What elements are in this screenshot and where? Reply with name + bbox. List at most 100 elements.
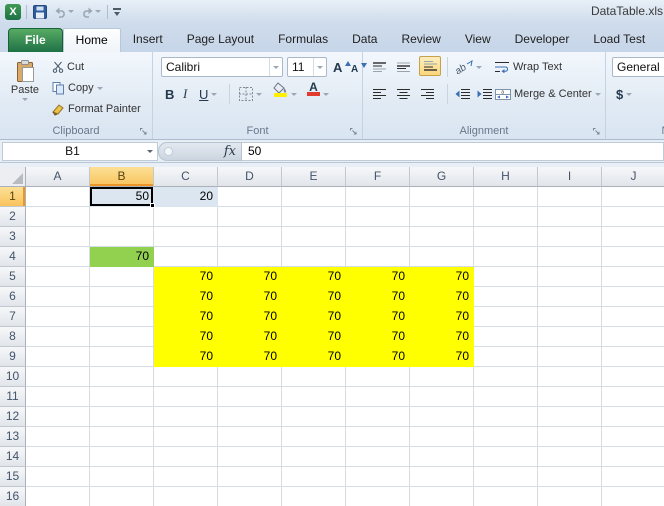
cell-I10[interactable] — [538, 367, 602, 387]
cell-C6[interactable]: 70 — [154, 287, 218, 307]
tab-review[interactable]: Review — [389, 28, 452, 52]
cell-B5[interactable] — [90, 267, 154, 287]
alignment-dialog-launcher[interactable] — [592, 127, 602, 137]
cell-J9[interactable] — [602, 347, 664, 367]
cell-H10[interactable] — [474, 367, 538, 387]
cell-A7[interactable] — [26, 307, 90, 327]
cell-B8[interactable] — [90, 327, 154, 347]
cell-C2[interactable] — [154, 207, 218, 227]
cell-G5[interactable]: 70 — [410, 267, 474, 287]
cell-A13[interactable] — [26, 427, 90, 447]
cell-D3[interactable] — [218, 227, 282, 247]
cell-F6[interactable]: 70 — [346, 287, 410, 307]
cell-G9[interactable]: 70 — [410, 347, 474, 367]
font-color-dropdown[interactable] — [321, 84, 331, 104]
cell-I15[interactable] — [538, 467, 602, 487]
select-all-corner[interactable] — [0, 167, 26, 187]
cell-J8[interactable] — [602, 327, 664, 347]
row-header-6[interactable]: 6 — [0, 287, 26, 307]
cell-H2[interactable] — [474, 207, 538, 227]
row-header-14[interactable]: 14 — [0, 447, 26, 467]
cell-A2[interactable] — [26, 207, 90, 227]
redo-button[interactable] — [80, 3, 102, 21]
cell-C3[interactable] — [154, 227, 218, 247]
cell-G16[interactable] — [410, 487, 474, 506]
cell-D16[interactable] — [218, 487, 282, 506]
undo-button[interactable] — [53, 3, 75, 21]
font-color-button[interactable]: A — [305, 82, 322, 102]
cell-C14[interactable] — [154, 447, 218, 467]
cell-F5[interactable]: 70 — [346, 267, 410, 287]
cell-J11[interactable] — [602, 387, 664, 407]
cell-E4[interactable] — [282, 247, 346, 267]
cell-F12[interactable] — [346, 407, 410, 427]
font-name-combo[interactable]: Calibri — [161, 57, 283, 77]
cell-I2[interactable] — [538, 207, 602, 227]
column-header-A[interactable]: A — [26, 167, 90, 187]
cell-C13[interactable] — [154, 427, 218, 447]
cell-C5[interactable]: 70 — [154, 267, 218, 287]
cell-I12[interactable] — [538, 407, 602, 427]
cell-D11[interactable] — [218, 387, 282, 407]
cell-B7[interactable] — [90, 307, 154, 327]
cell-B10[interactable] — [90, 367, 154, 387]
row-header-13[interactable]: 13 — [0, 427, 26, 447]
row-header-16[interactable]: 16 — [0, 487, 26, 506]
cell-G7[interactable]: 70 — [410, 307, 474, 327]
cell-E15[interactable] — [282, 467, 346, 487]
cell-J3[interactable] — [602, 227, 664, 247]
cell-A15[interactable] — [26, 467, 90, 487]
cell-C10[interactable] — [154, 367, 218, 387]
cell-H3[interactable] — [474, 227, 538, 247]
row-header-8[interactable]: 8 — [0, 327, 26, 347]
cell-E11[interactable] — [282, 387, 346, 407]
cell-J5[interactable] — [602, 267, 664, 287]
font-size-combo[interactable]: 11 — [287, 57, 327, 77]
cell-J15[interactable] — [602, 467, 664, 487]
cell-F9[interactable]: 70 — [346, 347, 410, 367]
name-box[interactable]: B1 — [2, 142, 158, 161]
cell-F15[interactable] — [346, 467, 410, 487]
cell-I1[interactable] — [538, 187, 602, 207]
cell-G8[interactable]: 70 — [410, 327, 474, 347]
cell-D12[interactable] — [218, 407, 282, 427]
font-dialog-launcher[interactable] — [349, 127, 359, 137]
cell-J10[interactable] — [602, 367, 664, 387]
cell-A16[interactable] — [26, 487, 90, 506]
row-header-1[interactable]: 1 — [0, 187, 26, 207]
cell-F16[interactable] — [346, 487, 410, 506]
cell-A8[interactable] — [26, 327, 90, 347]
cell-D14[interactable] — [218, 447, 282, 467]
row-header-2[interactable]: 2 — [0, 207, 26, 227]
middle-align-button[interactable] — [395, 57, 412, 77]
column-header-E[interactable]: E — [282, 167, 346, 187]
align-left-button[interactable] — [371, 84, 388, 104]
cell-F1[interactable] — [346, 187, 410, 207]
decrease-indent-button[interactable] — [453, 84, 472, 104]
cell-C9[interactable]: 70 — [154, 347, 218, 367]
cell-B9[interactable] — [90, 347, 154, 367]
cell-F4[interactable] — [346, 247, 410, 267]
tab-view[interactable]: View — [453, 28, 503, 52]
orientation-button[interactable]: ab — [453, 57, 484, 77]
bold-button[interactable]: B — [163, 84, 176, 104]
wrap-text-button[interactable]: Wrap Text — [493, 57, 564, 77]
top-align-button[interactable] — [371, 57, 388, 77]
excel-logo-icon[interactable]: X — [5, 4, 21, 20]
cell-F10[interactable] — [346, 367, 410, 387]
cell-J1[interactable] — [602, 187, 664, 207]
cell-I6[interactable] — [538, 287, 602, 307]
cell-E1[interactable] — [282, 187, 346, 207]
align-right-button[interactable] — [419, 84, 436, 104]
column-header-F[interactable]: F — [346, 167, 410, 187]
format-painter-button[interactable]: Format Painter — [50, 99, 143, 119]
cell-C11[interactable] — [154, 387, 218, 407]
cell-D5[interactable]: 70 — [218, 267, 282, 287]
cell-J7[interactable] — [602, 307, 664, 327]
cell-H15[interactable] — [474, 467, 538, 487]
fill-color-dropdown[interactable] — [289, 84, 299, 104]
cell-D7[interactable]: 70 — [218, 307, 282, 327]
cell-G13[interactable] — [410, 427, 474, 447]
cell-E12[interactable] — [282, 407, 346, 427]
cell-G1[interactable] — [410, 187, 474, 207]
